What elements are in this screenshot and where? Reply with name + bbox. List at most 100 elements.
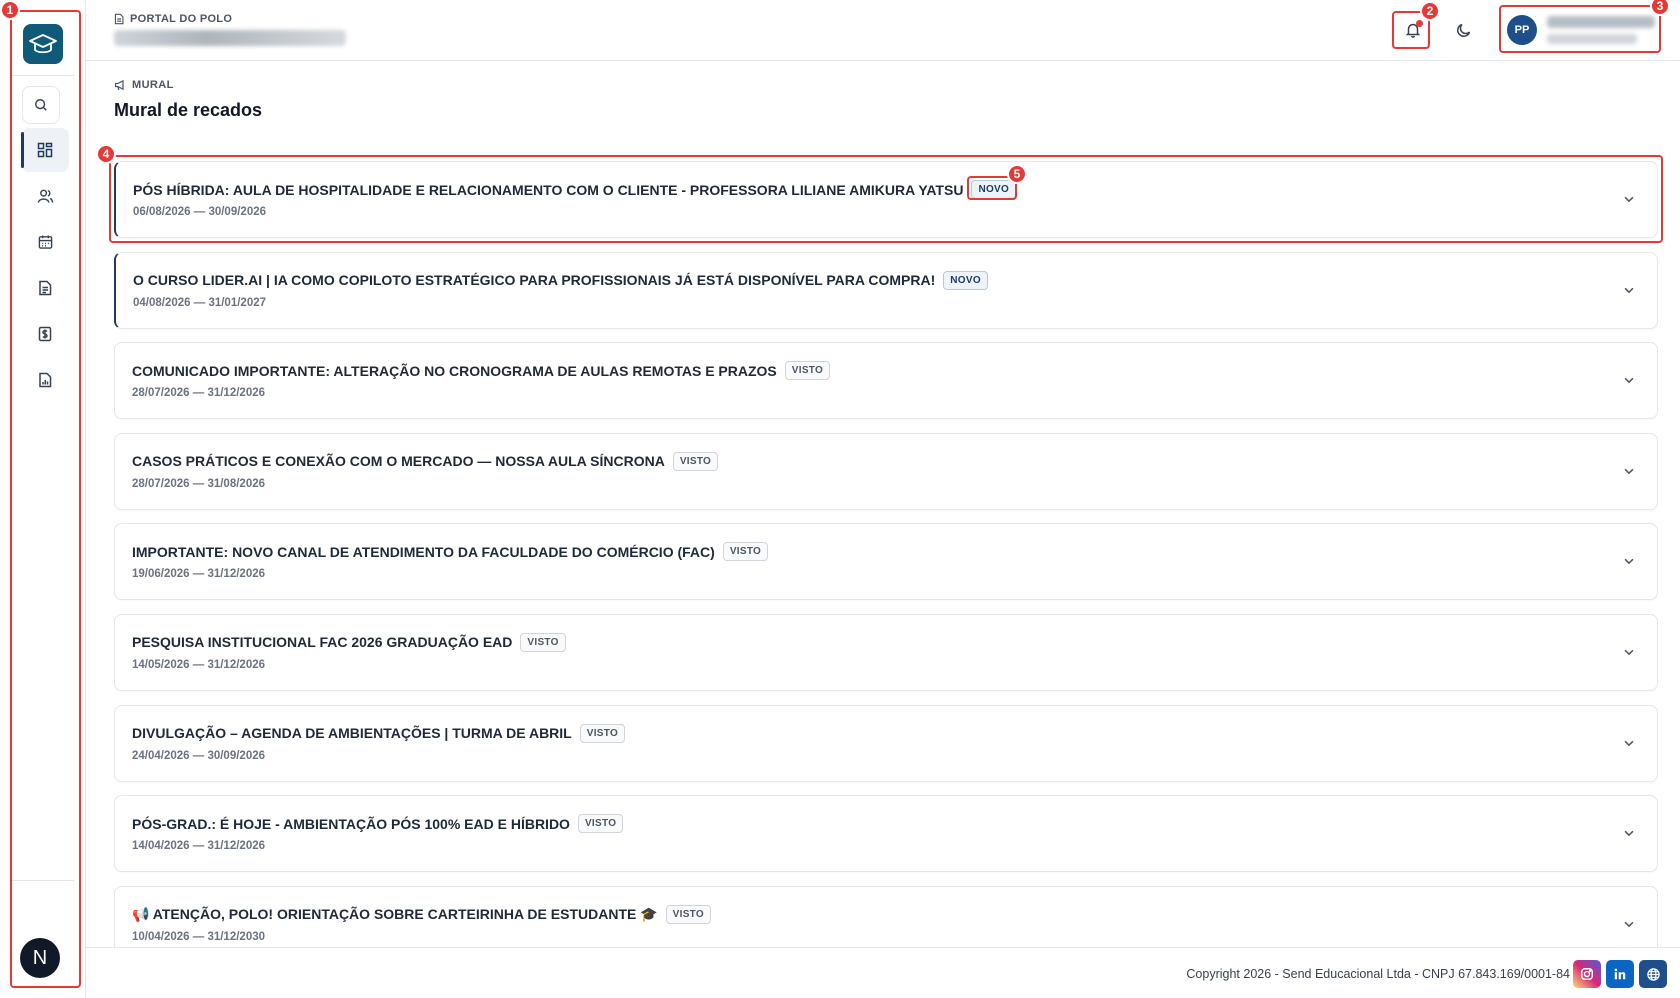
user-role-redacted: [1547, 34, 1637, 44]
chevron-down-icon: [1624, 468, 1634, 475]
announcement-title-text: PESQUISA INSTITUCIONAL FAC 2026 GRADUAÇÃ…: [132, 634, 513, 651]
section-label: MURAL: [114, 79, 174, 91]
announcement-title: COMUNICADO IMPORTANTE: ALTERAÇÃO NO CRON…: [132, 361, 831, 381]
announcement-title: DIVULGAÇÃO – AGENDA DE AMBIENTAÇÕES | TU…: [132, 723, 626, 743]
announcement-title: PESQUISA INSTITUCIONAL FAC 2026 GRADUAÇÃ…: [132, 632, 566, 652]
expand-button[interactable]: [1619, 823, 1639, 843]
announcement-title-text: CASOS PRÁTICOS E CONEXÃO COM O MERCADO —…: [132, 453, 665, 470]
sidebar-item-users[interactable]: [21, 174, 69, 218]
announcement-title-text: O CURSO LIDER.AI | IA COMO COPILOTO ESTR…: [133, 272, 936, 289]
copyright-text: Copyright 2026 - Send Educacional Ltda -…: [1186, 967, 1570, 981]
announcement-title: PÓS-GRAD.: É HOJE - AMBIENTAÇÃO PÓS 100%…: [132, 814, 624, 834]
website-link[interactable]: [1639, 960, 1667, 988]
announcement-card[interactable]: CASOS PRÁTICOS E CONEXÃO COM O MERCADO —…: [114, 432, 1658, 510]
status-badge: VISTO: [579, 723, 626, 743]
dollar-icon: [38, 326, 52, 342]
graduation-cap-icon: [29, 34, 57, 54]
document-icon: [114, 13, 124, 25]
globe-icon: [1646, 967, 1660, 981]
sidebar-item-calendar[interactable]: [21, 220, 69, 264]
announcement-card[interactable]: IMPORTANTE: NOVO CANAL DE ATENDIMENTO DA…: [114, 523, 1658, 601]
expand-button[interactable]: [1619, 551, 1639, 571]
notification-dot: [1416, 20, 1423, 27]
annotation-marker-2: 2: [1420, 1, 1440, 21]
sidebar-divider: [12, 75, 74, 76]
announcement-card[interactable]: PÓS HÍBRIDA: AULA DE HOSPITALIDADE E REL…: [114, 161, 1658, 238]
announcement-title-text: PÓS-GRAD.: É HOJE - AMBIENTAÇÃO PÓS 100%…: [132, 815, 570, 832]
announcement-card[interactable]: PESQUISA INSTITUCIONAL FAC 2026 GRADUAÇÃ…: [114, 613, 1658, 691]
expand-button[interactable]: [1619, 914, 1639, 934]
expand-button[interactable]: [1619, 461, 1639, 481]
sidebar-item-documents[interactable]: [21, 266, 69, 310]
expand-button[interactable]: [1619, 189, 1639, 209]
polo-name-redacted: [114, 30, 346, 46]
top-header: PORTAL DO POLO PP: [86, 0, 1680, 61]
sidebar: N: [0, 0, 86, 998]
breadcrumb: PORTAL DO POLO: [114, 13, 232, 25]
expand-button[interactable]: [1619, 280, 1639, 300]
announcement-title-text: PÓS HÍBRIDA: AULA DE HOSPITALIDADE E REL…: [133, 181, 964, 198]
page-title: Mural de recados: [114, 100, 263, 120]
expand-button[interactable]: [1619, 370, 1639, 390]
announcement-dates: 24/04/2026 — 30/09/2026: [132, 749, 266, 762]
announcement-dates: 10/04/2026 — 31/12/2030: [132, 930, 266, 943]
user-name-redacted: [1547, 16, 1655, 28]
announcement-list: PÓS HÍBRIDA: AULA DE HOSPITALIDADE E REL…: [114, 161, 1658, 947]
status-badge: NOVO: [943, 270, 988, 290]
instagram-link[interactable]: [1573, 960, 1601, 988]
dashboard-grid-icon: [37, 142, 53, 158]
announcement-title: CASOS PRÁTICOS E CONEXÃO COM O MERCADO —…: [132, 451, 719, 471]
linkedin-link[interactable]: [1606, 960, 1634, 988]
sidebar-item-dashboard[interactable]: [21, 128, 69, 172]
announcement-title-text: 📢 ATENÇÃO, POLO! ORIENTAÇÃO SOBRE CARTEI…: [132, 905, 658, 922]
expand-button[interactable]: [1619, 642, 1639, 662]
announcement-dates: 14/05/2026 — 31/12/2026: [132, 658, 266, 671]
annotation-marker-4: 4: [96, 144, 116, 164]
moon-icon: [1457, 23, 1471, 37]
status-badge: NOVO: [971, 180, 1017, 199]
sidebar-item-finance[interactable]: [21, 312, 69, 356]
user-menu[interactable]: PP: [1499, 8, 1680, 52]
status-badge: VISTO: [520, 632, 566, 652]
chevron-down-icon: [1624, 559, 1634, 565]
announcement-title: O CURSO LIDER.AI | IA COMO COPILOTO ESTR…: [133, 270, 988, 290]
linkedin-icon: [1614, 968, 1626, 980]
announcement-card[interactable]: 📢 ATENÇÃO, POLO! ORIENTAÇÃO SOBRE CARTEI…: [114, 885, 1658, 947]
sidebar-divider: [12, 880, 74, 881]
nav-assistant-avatar[interactable]: N: [20, 938, 60, 978]
instagram-icon: [1581, 968, 1593, 980]
announcement-card[interactable]: COMUNICADO IMPORTANTE: ALTERAÇÃO NO CRON…: [114, 342, 1658, 420]
breadcrumb-label: PORTAL DO POLO: [130, 13, 233, 25]
status-badge: VISTO: [672, 451, 719, 471]
announcement-dates: 06/08/2026 — 30/09/2026: [133, 206, 267, 218]
announcement-title: PÓS HÍBRIDA: AULA DE HOSPITALIDADE E REL…: [133, 180, 1017, 199]
announcement-dates: 14/04/2026 — 31/12/2026: [132, 840, 266, 853]
announcement-card[interactable]: DIVULGAÇÃO – AGENDA DE AMBIENTAÇÕES | TU…: [114, 704, 1658, 782]
chevron-down-icon: [1624, 740, 1634, 746]
announcement-dates: 28/07/2026 — 31/08/2026: [132, 477, 266, 490]
announcement-title: 📢 ATENÇÃO, POLO! ORIENTAÇÃO SOBRE CARTEI…: [132, 904, 711, 924]
status-badge: VISTO: [577, 814, 624, 834]
status-badge: VISTO: [722, 542, 769, 562]
expand-button[interactable]: [1619, 733, 1639, 753]
annotation-marker-1: 1: [0, 0, 20, 20]
report-icon: [39, 372, 52, 388]
chevron-down-icon: [1624, 921, 1634, 928]
sidebar-search-button[interactable]: [22, 86, 60, 124]
chevron-down-icon: [1624, 649, 1634, 656]
status-badge: VISTO: [784, 361, 831, 381]
chevron-down-icon: [1624, 377, 1634, 384]
users-icon: [37, 189, 53, 203]
section-label-text: MURAL: [132, 79, 174, 91]
document-icon: [39, 280, 52, 296]
announcement-card[interactable]: PÓS-GRAD.: É HOJE - AMBIENTAÇÃO PÓS 100%…: [114, 795, 1658, 873]
sidebar-item-reports[interactable]: [21, 358, 69, 402]
announcement-dates: 28/07/2026 — 31/12/2026: [132, 387, 266, 400]
chevron-down-icon: [1624, 196, 1634, 203]
announcement-card[interactable]: O CURSO LIDER.AI | IA COMO COPILOTO ESTR…: [114, 251, 1658, 329]
app-logo[interactable]: [23, 24, 63, 64]
calendar-icon: [38, 235, 52, 249]
footer: Copyright 2026 - Send Educacional Ltda -…: [86, 947, 1680, 998]
status-badge: VISTO: [665, 904, 711, 924]
theme-toggle-button[interactable]: [1446, 12, 1482, 48]
